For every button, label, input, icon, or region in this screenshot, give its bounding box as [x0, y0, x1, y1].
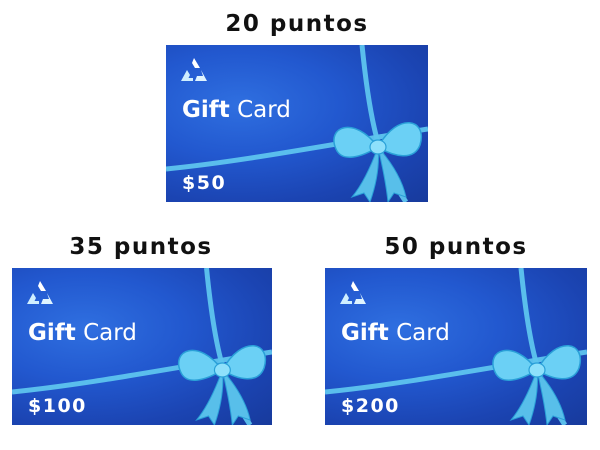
gift-card-title-rest: Card — [237, 97, 291, 123]
triangle-recycle-logo-icon — [181, 58, 207, 81]
gift-card-title: Gift Card — [182, 97, 291, 123]
gift-card-100[interactable]: Gift Card $100 — [12, 268, 272, 425]
gift-card-title-main: Gift — [341, 320, 389, 346]
gift-card-title: Gift Card — [341, 320, 450, 346]
gift-card-title: Gift Card — [28, 320, 137, 346]
triangle-recycle-logo-icon — [27, 281, 53, 304]
gift-card-200[interactable]: Gift Card $200 — [325, 268, 587, 425]
points-label-20: 20 puntos — [225, 11, 369, 37]
gift-card-50[interactable]: Gift Card $50 — [166, 45, 428, 202]
card-value: $100 — [28, 395, 87, 417]
triangle-recycle-logo-icon — [340, 281, 366, 304]
gift-card-title-rest: Card — [396, 320, 450, 346]
card-value: $50 — [182, 172, 227, 194]
gift-card-title-main: Gift — [28, 320, 76, 346]
gift-card-title-main: Gift — [182, 97, 230, 123]
card-value: $200 — [341, 395, 400, 417]
points-label-35: 35 puntos — [69, 234, 213, 260]
points-label-50: 50 puntos — [384, 234, 528, 260]
gift-card-title-rest: Card — [83, 320, 137, 346]
